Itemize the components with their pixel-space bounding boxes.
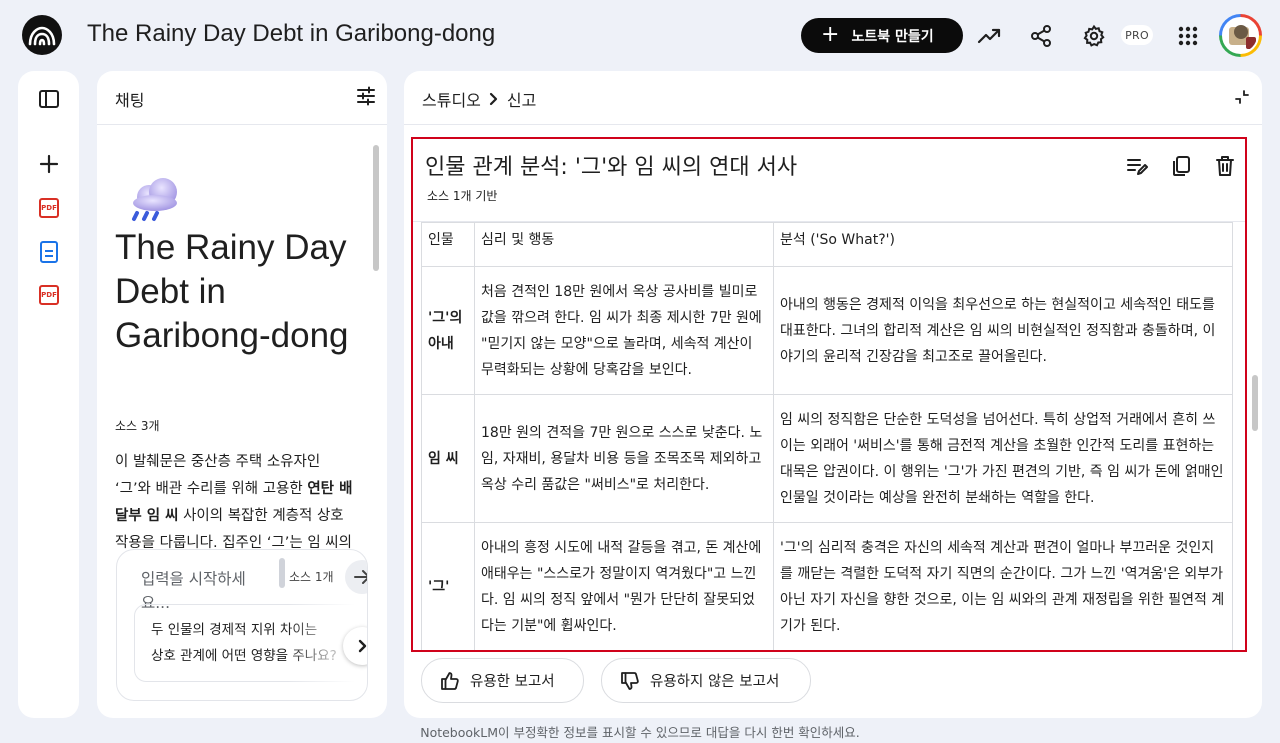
table-row: '그' 아내의 흥정 시도에 내적 갈등을 겪고, 돈 계산에 애태우는 "스스… — [421, 522, 1233, 650]
report-title: 인물 관계 분석: '그'와 임 씨의 연대 서사 — [425, 155, 798, 180]
helpful-report-button[interactable]: 유용한 보고서 — [421, 658, 584, 703]
trending-up-icon[interactable] — [976, 23, 1002, 49]
table-header-row: 인물 심리 및 행동 분석 ('So What?') — [421, 222, 1233, 267]
disclaimer-text: NotebookLM이 부정확한 정보를 표시할 수 있으므로 대답을 다시 한… — [420, 725, 860, 740]
chat-title: 채팅 — [115, 91, 145, 110]
plus-icon: + — [821, 21, 840, 47]
analysis-cell: '그'의 심리적 충격은 자신의 세속적 계산과 편견이 얼마나 부끄러운 것인… — [773, 522, 1233, 650]
chat-input-box[interactable]: 입력을 시작하세요... 소스 1개 두 인물의 경제적 지위 차이는 상호 관… — [116, 549, 368, 701]
behavior-cell: 아내의 흥정 시도에 내적 갈등을 겪고, 돈 계산에 애태우는 "스스로가 정… — [474, 522, 774, 650]
report-view: 인물 관계 분석: '그'와 임 씨의 연대 서사 소스 1개 기반 인물 심리… — [411, 137, 1247, 652]
text-cursor — [279, 558, 285, 588]
add-source-icon[interactable] — [37, 152, 61, 176]
tune-settings-icon[interactable] — [356, 86, 376, 106]
relationship-table: 인물 심리 및 행동 분석 ('So What?') '그'의 아내 처음 견적… — [421, 222, 1233, 650]
top-bar: The Rainy Day Debt in Garibong-dong + 노트… — [0, 0, 1280, 70]
table-row: 임 씨 18만 원의 견적을 7만 원으로 스스로 낮춘다. 노임, 자재비, … — [421, 394, 1233, 523]
collapse-icon[interactable] — [1234, 89, 1250, 105]
table-row: '그'의 아내 처음 견적인 18만 원에서 옥상 공사비를 빌미로 값을 깎으… — [421, 266, 1233, 395]
doc-source-icon[interactable] — [37, 240, 61, 264]
analysis-cell: 임 씨의 정직함은 단순한 도덕성을 넘어선다. 특히 상업적 거래에서 흔히 … — [773, 394, 1233, 523]
not-helpful-report-button[interactable]: 유용하지 않은 보고서 — [601, 658, 811, 703]
create-notebook-label: 노트북 만들기 — [851, 28, 934, 45]
thumbs-down-icon — [621, 671, 639, 690]
behavior-cell: 처음 견적인 18만 원에서 옥상 공사비를 빌미로 값을 깎으려 한다. 임 … — [474, 266, 774, 395]
rain-cloud-emoji-icon — [127, 175, 183, 223]
share-icon[interactable] — [1028, 23, 1054, 49]
send-arrow-icon[interactable] — [345, 560, 367, 594]
edit-note-icon[interactable] — [1124, 153, 1150, 179]
apps-grid-icon[interactable] — [1175, 23, 1201, 49]
pdf-source-icon[interactable]: PDF — [37, 196, 61, 220]
gear-icon[interactable] — [1081, 23, 1107, 49]
breadcrumb-report: 신고 — [506, 91, 537, 110]
toggle-panel-icon[interactable] — [37, 87, 61, 111]
input-source-count: 소스 1개 — [289, 570, 334, 584]
studio-header: 스튜디오 신고 — [404, 71, 1262, 125]
studio-panel: 스튜디오 신고 인물 관계 분석: '그'와 임 씨의 연대 서사 소스 1개 … — [404, 71, 1262, 718]
breadcrumb-studio[interactable]: 스튜디오 — [422, 87, 481, 111]
chat-scrollbar[interactable] — [373, 145, 379, 271]
thumbs-up-icon — [441, 671, 459, 690]
notebook-summary: 이 발췌문은 중산층 주택 소유자인 ‘그’와 배관 수리를 위해 고용한 연탄… — [115, 454, 353, 551]
person-cell: '그' — [421, 522, 475, 650]
create-notebook-button[interactable]: + 노트북 만들기 — [801, 18, 963, 53]
column-header: 인물 — [421, 222, 475, 267]
delete-icon[interactable] — [1212, 153, 1238, 179]
notebooklm-logo-icon[interactable] — [22, 15, 62, 55]
sources-rail: PDF PDF — [18, 71, 79, 718]
source-count: 소스 3개 — [115, 419, 160, 433]
copy-icon[interactable] — [1168, 153, 1194, 179]
person-cell: '그'의 아내 — [421, 266, 475, 395]
chat-header: 채팅 — [97, 71, 387, 125]
column-header: 분석 ('So What?') — [773, 222, 1233, 267]
behavior-cell: 18만 원의 견적을 7만 원으로 스스로 낮춘다. 노임, 자재비, 용달차 … — [474, 394, 774, 523]
pro-badge: PRO — [1121, 25, 1153, 45]
breadcrumb: 스튜디오 신고 — [422, 87, 536, 111]
notebook-heading: The Rainy Day Debt in Garibong-dong — [115, 228, 349, 355]
chat-panel: 채팅 The Rainy Day Debt in Garibong-dong 소… — [97, 71, 387, 718]
report-source-basis: 소스 1개 기반 — [427, 189, 498, 203]
column-header: 심리 및 행동 — [474, 222, 774, 267]
person-cell: 임 씨 — [421, 394, 475, 523]
analysis-cell: 아내의 행동은 경제적 이익을 최우선으로 하는 현실적이고 세속적인 태도를 … — [773, 266, 1233, 395]
pdf-source-icon[interactable]: PDF — [37, 283, 61, 307]
chevron-right-icon — [489, 92, 497, 106]
report-scrollbar[interactable] — [1252, 375, 1258, 431]
user-avatar[interactable] — [1219, 14, 1262, 57]
notebook-title[interactable]: The Rainy Day Debt in Garibong-dong — [87, 20, 495, 48]
